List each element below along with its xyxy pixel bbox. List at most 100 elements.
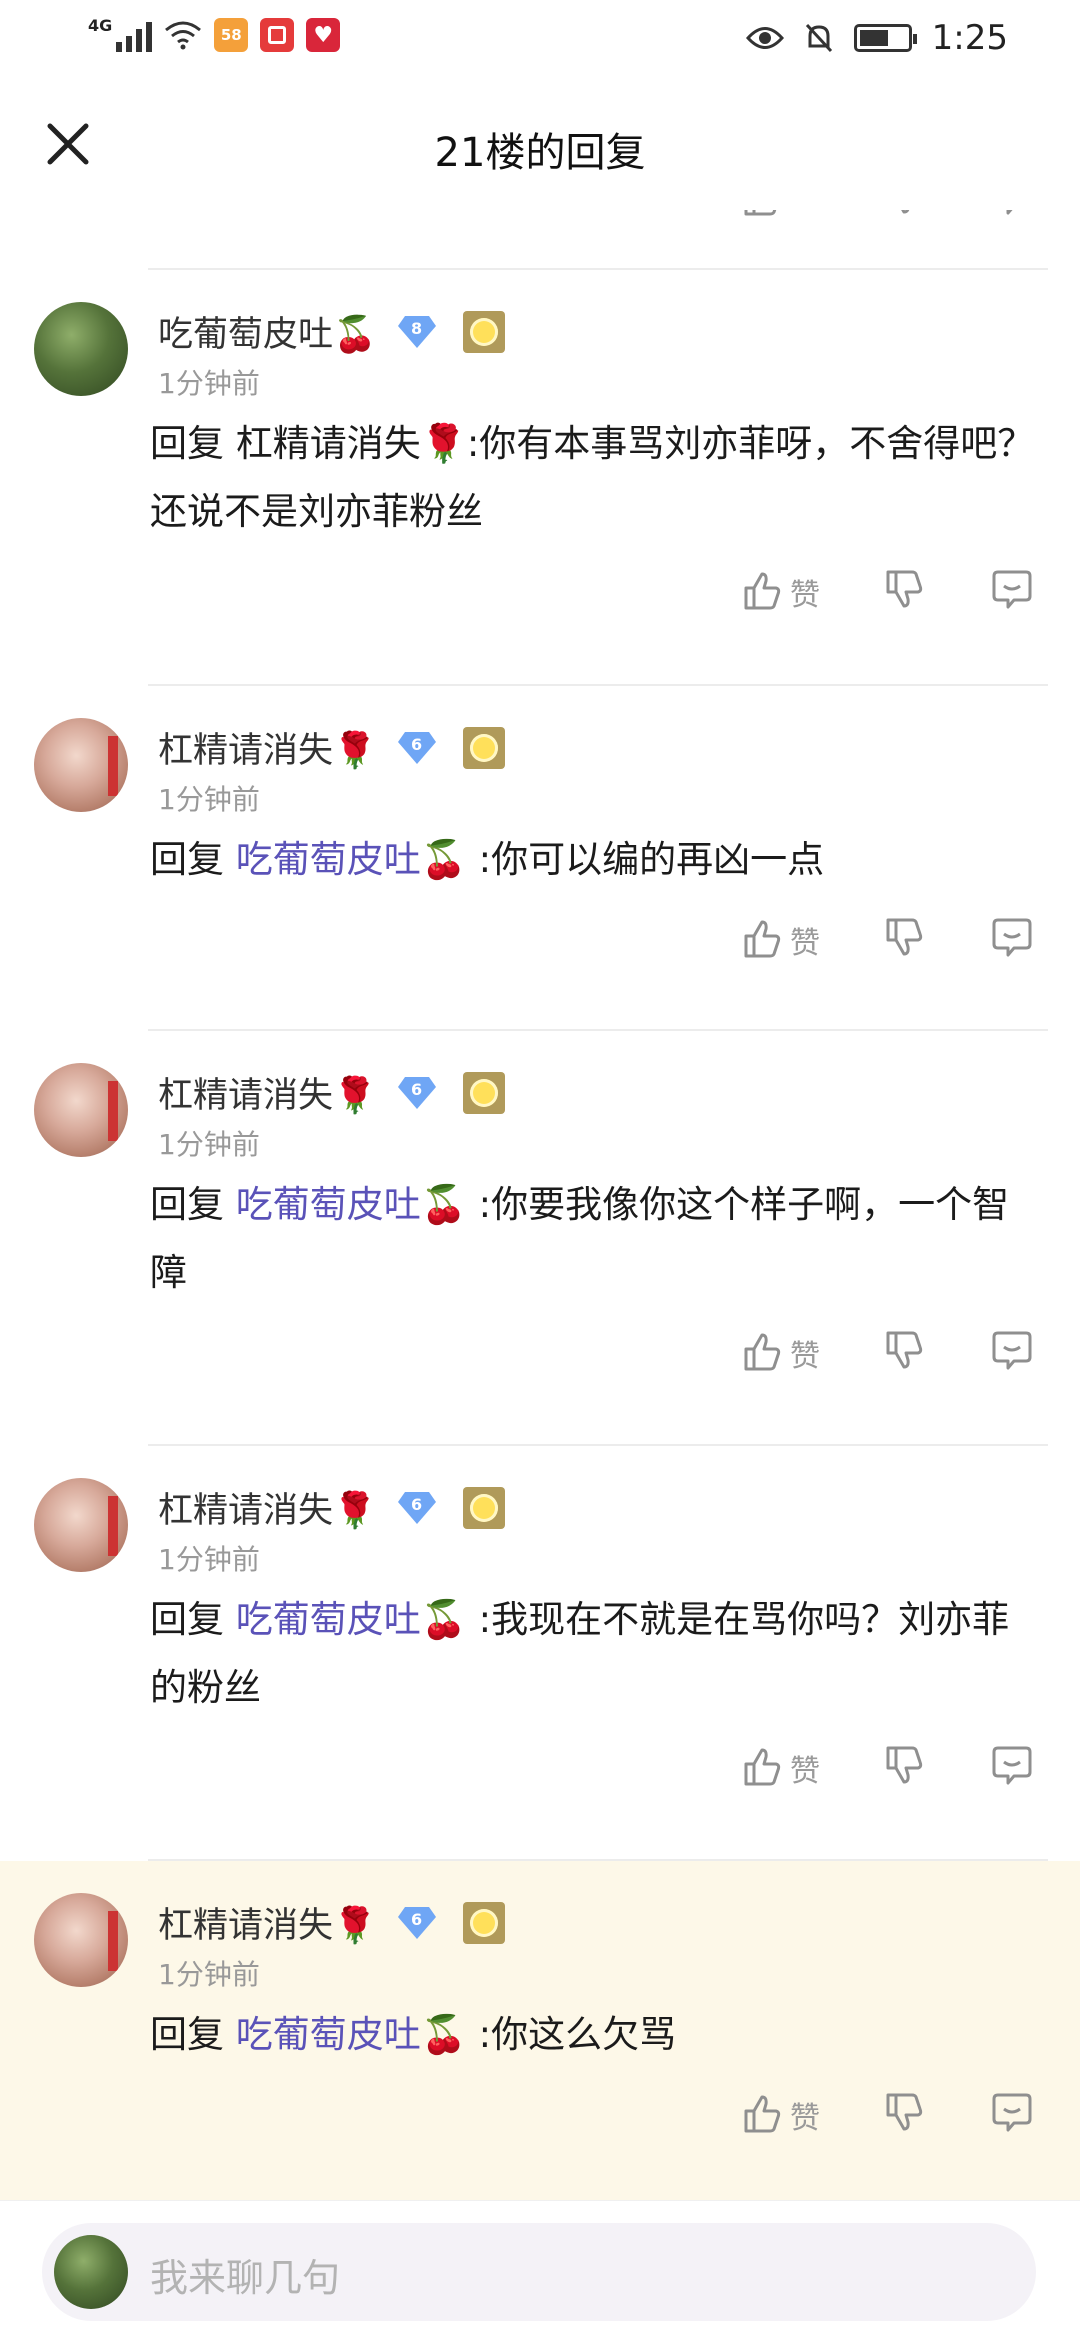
avatar[interactable] bbox=[34, 718, 128, 812]
page-title: 21楼的回复 bbox=[434, 130, 646, 176]
reply-button[interactable] bbox=[990, 1329, 1034, 1377]
dislike-button[interactable] bbox=[882, 568, 926, 616]
thumbs-down-icon bbox=[882, 916, 926, 964]
like-label: 赞 bbox=[790, 926, 820, 961]
battery-icon bbox=[853, 24, 917, 52]
like-button[interactable]: 赞 bbox=[740, 916, 820, 964]
dislike-button[interactable] bbox=[882, 210, 926, 218]
level-number: 6 bbox=[411, 1909, 423, 1929]
like-label: 赞 bbox=[790, 578, 820, 613]
reply-content: 回复 吃葡萄皮吐🍒 :你可以编的再凶一点 bbox=[150, 826, 1040, 894]
reply-button[interactable] bbox=[990, 1744, 1034, 1792]
username[interactable]: 吃葡萄皮吐🍒 bbox=[158, 306, 377, 357]
reply-button[interactable] bbox=[990, 568, 1034, 616]
reply-button[interactable] bbox=[990, 916, 1034, 964]
mention-link[interactable]: 吃葡萄皮吐🍒 bbox=[236, 1183, 467, 1226]
signal-icon bbox=[116, 18, 153, 52]
avatar[interactable] bbox=[34, 1893, 128, 1987]
reply-prefix: 回复 bbox=[150, 422, 236, 465]
name-row: 杠精请消失🌹 6 bbox=[158, 1897, 505, 1948]
reply-prefix: 回复 bbox=[150, 2013, 236, 2056]
reply-item[interactable]: 杠精请消失🌹 6 1分钟前回复 吃葡萄皮吐🍒 :我现在不就是在骂你吗？刘亦菲的粉丝赞 bbox=[0, 1446, 1080, 1860]
mention-link[interactable]: 吃葡萄皮吐🍒 bbox=[236, 838, 467, 881]
comment-bubble-icon bbox=[990, 2091, 1034, 2139]
network-type: 4G bbox=[88, 15, 113, 35]
username[interactable]: 杠精请消失🌹 bbox=[158, 1482, 377, 1533]
level-badge-icon: 8 bbox=[397, 314, 437, 350]
timestamp: 1分钟前 bbox=[158, 783, 260, 816]
reply-button[interactable] bbox=[990, 2091, 1034, 2139]
like-label: 赞 bbox=[790, 1754, 820, 1789]
action-row: 赞 bbox=[0, 1744, 1080, 1804]
mention-link[interactable]: 吃葡萄皮吐🍒 bbox=[236, 2013, 467, 2056]
like-button[interactable]: 赞 bbox=[740, 568, 820, 616]
level-badge-icon: 6 bbox=[397, 1905, 437, 1941]
avatar[interactable] bbox=[34, 302, 128, 396]
reply-item[interactable]: 杠精请消失🌹 6 1分钟前 回复 吃葡萄皮吐🍒 :你要我像你这个样子啊，一个智障赞 bbox=[0, 1031, 1080, 1445]
like-button[interactable]: 赞 bbox=[740, 2091, 820, 2139]
comment-bubble-icon bbox=[990, 1744, 1034, 1792]
comment-bubble-icon bbox=[990, 568, 1034, 616]
reply-button[interactable] bbox=[990, 210, 1034, 218]
partial-action-row bbox=[0, 210, 1080, 250]
bottom-input-bar: 我来聊几句 bbox=[0, 2200, 1080, 2340]
medal-icon bbox=[462, 310, 505, 353]
reply-item[interactable]: 吃葡萄皮吐🍒 8 1分钟前 回复 杠精请消失🌹:你有本事骂刘亦菲呀，不舍得吧？还说不是… bbox=[0, 270, 1080, 685]
reply-item[interactable]: 杠精请消失🌹 6 1分钟前回复 吃葡萄皮吐🍒 :你可以编的再凶一点赞 bbox=[0, 686, 1080, 1030]
timestamp: 1分钟前 bbox=[158, 1543, 260, 1576]
comment-bubble-icon bbox=[990, 916, 1034, 964]
status-right: 1:25 bbox=[745, 18, 1008, 58]
eye-icon bbox=[745, 27, 784, 49]
medal-icon bbox=[462, 1901, 505, 1944]
thumbs-down-icon bbox=[882, 2091, 926, 2139]
reply-content: 回复 吃葡萄皮吐🍒 :你要我像你这个样子啊，一个智障 bbox=[150, 1171, 1040, 1307]
name-row: 杠精请消失🌹 6 bbox=[158, 1067, 505, 1118]
username[interactable]: 杠精请消失🌹 bbox=[158, 1897, 377, 1948]
comment-input[interactable]: 我来聊几句 bbox=[42, 2223, 1036, 2321]
reply-content: 回复 杠精请消失🌹:你有本事骂刘亦菲呀，不舍得吧？还说不是刘亦菲粉丝 bbox=[150, 410, 1040, 546]
reply-content: 回复 吃葡萄皮吐🍒 :我现在不就是在骂你吗？刘亦菲的粉丝 bbox=[150, 1586, 1040, 1722]
username[interactable]: 杠精请消失🌹 bbox=[158, 1067, 377, 1118]
like-label: 赞 bbox=[790, 1339, 820, 1374]
level-number: 8 bbox=[411, 318, 423, 338]
mention-link[interactable]: 杠精请消失🌹 bbox=[236, 422, 467, 465]
like-button[interactable]: 赞 bbox=[740, 1744, 820, 1792]
action-row: 赞 bbox=[0, 1329, 1080, 1389]
dislike-button[interactable] bbox=[882, 2091, 926, 2139]
reply-list[interactable]: 吃葡萄皮吐🍒 8 1分钟前 回复 杠精请消失🌹:你有本事骂刘亦菲呀，不舍得吧？还说不是… bbox=[0, 210, 1080, 2210]
like-button[interactable]: 赞 bbox=[740, 1329, 820, 1377]
level-number: 6 bbox=[411, 1079, 423, 1099]
dislike-button[interactable] bbox=[882, 916, 926, 964]
action-row: 赞 bbox=[0, 568, 1080, 628]
like-label: 赞 bbox=[790, 2101, 820, 2136]
dislike-button[interactable] bbox=[882, 1744, 926, 1792]
clock: 1:25 bbox=[931, 18, 1008, 58]
level-number: 6 bbox=[411, 734, 423, 754]
mention-link[interactable]: 吃葡萄皮吐🍒 bbox=[236, 1598, 467, 1641]
name-row: 杠精请消失🌹 6 bbox=[158, 1482, 505, 1533]
medal-icon bbox=[462, 1071, 505, 1114]
dislike-button[interactable] bbox=[882, 1329, 926, 1377]
avatar[interactable] bbox=[34, 1063, 128, 1157]
reply-text: :你可以编的再凶一点 bbox=[466, 838, 825, 881]
comment-bubble-icon bbox=[990, 1329, 1034, 1377]
level-badge-icon: 6 bbox=[397, 730, 437, 766]
app-58-icon: 58 bbox=[214, 18, 249, 52]
reply-prefix: 回复 bbox=[150, 838, 236, 881]
heart-app-icon: ♥ bbox=[306, 18, 341, 52]
reply-item[interactable]: 杠精请消失🌹 6 1分钟前 回复 吃葡萄皮吐🍒 :你这么欠骂赞 bbox=[0, 1861, 1080, 2206]
avatar[interactable] bbox=[34, 1478, 128, 1572]
status-left: 4G 58 ♥ bbox=[88, 15, 341, 52]
level-badge-icon: 6 bbox=[397, 1075, 437, 1111]
username[interactable]: 杠精请消失🌹 bbox=[158, 722, 377, 773]
reply-prefix: 回复 bbox=[150, 1598, 236, 1641]
timestamp: 1分钟前 bbox=[158, 1958, 260, 1991]
thumbs-down-icon bbox=[882, 1329, 926, 1377]
like-button[interactable] bbox=[740, 210, 784, 218]
reply-prefix: 回复 bbox=[150, 1183, 236, 1226]
header: 21楼的回复 bbox=[0, 80, 1080, 210]
status-bar: 4G 58 ♥ 1:25 bbox=[0, 0, 1080, 80]
medal-icon bbox=[462, 726, 505, 769]
level-badge-icon: 6 bbox=[397, 1490, 437, 1526]
action-row: 赞 bbox=[0, 916, 1080, 976]
